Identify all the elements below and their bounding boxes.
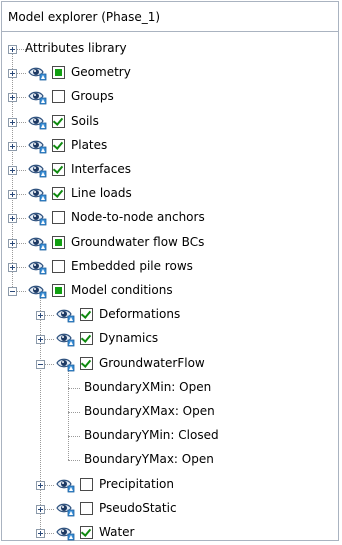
tree-item-label: Deformations — [99, 307, 181, 322]
visibility-eye-icon[interactable] — [56, 477, 76, 493]
collapse-icon[interactable] — [8, 287, 17, 296]
visibility-eye-icon[interactable] — [28, 65, 48, 81]
tree-item-label: Precipitation — [99, 476, 175, 491]
visibility-eye-icon[interactable] — [56, 525, 76, 541]
tree-item-plates[interactable]: Plates — [2, 134, 338, 158]
tree-item-boundaryymin-closed[interactable]: BoundaryYMin: Closed — [2, 424, 338, 448]
tree-item-label: BoundaryYMin: Closed — [84, 428, 219, 443]
tree-item-geometry[interactable]: Geometry — [2, 61, 338, 85]
tree-item-label: BoundaryXMin: Open — [84, 379, 212, 394]
expand-icon[interactable] — [8, 238, 17, 248]
tree-item-boundaryxmax-open[interactable]: BoundaryXMax: Open — [2, 400, 338, 424]
visibility-checkbox[interactable] — [80, 308, 93, 322]
visibility-eye-icon[interactable] — [28, 259, 48, 275]
tree-connector-line — [68, 460, 80, 462]
tree-item-label: BoundaryXMax: Open — [84, 404, 215, 418]
expand-icon[interactable] — [8, 262, 17, 272]
visibility-checkbox[interactable] — [52, 259, 65, 273]
model-explorer-panel: Model explorer (Phase_1) Attributes libr… — [1, 1, 339, 541]
visibility-eye-icon[interactable] — [56, 331, 76, 347]
tree-item-pseudostatic[interactable]: PseudoStatic — [2, 497, 338, 521]
tree-item-label: BoundaryYMax: Open — [84, 452, 214, 467]
tree-item-model-conditions[interactable]: Model conditions — [2, 279, 338, 303]
tree-connector-line — [68, 436, 80, 438]
visibility-checkbox[interactable] — [80, 356, 93, 370]
model-tree: Attributes library Geometry Groups Soils Pla… — [2, 33, 338, 541]
visibility-eye-icon[interactable] — [28, 235, 48, 251]
visibility-eye-icon[interactable] — [28, 89, 48, 105]
tree-item-deformations[interactable]: Deformations — [2, 303, 338, 327]
tree-item-boundaryymax-open[interactable]: BoundaryYMax: Open — [2, 448, 338, 472]
visibility-checkbox[interactable] — [52, 114, 65, 128]
visibility-eye-icon[interactable] — [28, 283, 48, 299]
tree-item-node-to-node-anchors[interactable]: Node-to-node anchors — [2, 206, 338, 230]
tree-item-label: Plates — [71, 137, 108, 152]
visibility-eye-icon[interactable] — [28, 162, 48, 178]
visibility-checkbox[interactable] — [52, 235, 65, 249]
tree-item-water[interactable]: Water — [2, 521, 338, 545]
expand-icon[interactable] — [8, 214, 17, 224]
visibility-eye-icon[interactable] — [56, 501, 76, 517]
tree-item-groundwater-flow-bcs[interactable]: Groundwater flow BCs — [2, 231, 338, 255]
tree-item-precipitation[interactable]: Precipitation — [2, 473, 338, 497]
tree-item-attributes-library[interactable]: Attributes library — [2, 37, 338, 61]
expand-icon[interactable] — [36, 529, 45, 538]
tree-item-label: Dynamics — [99, 331, 159, 346]
tree-item-dynamics[interactable]: Dynamics — [2, 327, 338, 351]
tree-item-groups[interactable]: Groups — [2, 85, 338, 109]
expand-icon[interactable] — [8, 117, 17, 127]
expand-icon[interactable] — [36, 480, 45, 490]
visibility-checkbox[interactable] — [52, 163, 65, 176]
collapse-icon[interactable] — [36, 359, 45, 369]
expand-icon[interactable] — [36, 311, 45, 321]
tree-item-line-loads[interactable]: Line loads — [2, 182, 338, 206]
tree-item-label: Attributes library — [25, 41, 127, 55]
tree-item-label: Line loads — [71, 186, 132, 201]
visibility-checkbox[interactable] — [52, 211, 65, 225]
visibility-checkbox[interactable] — [52, 138, 65, 152]
tree-item-interfaces[interactable]: Interfaces — [2, 158, 338, 182]
tree-item-label: Model conditions — [71, 283, 173, 297]
tree-item-boundaryxmin-open[interactable]: BoundaryXMin: Open — [2, 376, 338, 400]
visibility-eye-icon[interactable] — [28, 210, 48, 226]
visibility-eye-icon[interactable] — [56, 307, 76, 323]
tree-item-label: Embedded pile rows — [71, 258, 193, 273]
tree-item-label: Interfaces — [71, 162, 131, 176]
tree-item-label: Node-to-node anchors — [71, 210, 205, 225]
tree-item-soils[interactable]: Soils — [2, 110, 338, 134]
visibility-eye-icon[interactable] — [28, 186, 48, 202]
expand-icon[interactable] — [36, 335, 45, 345]
panel-title: Model explorer (Phase_1) — [8, 9, 161, 24]
tree-item-label: PseudoStatic — [99, 500, 177, 515]
tree-connector-line — [68, 412, 80, 413]
tree-item-label: Water — [99, 525, 135, 539]
visibility-checkbox[interactable] — [52, 66, 65, 80]
visibility-eye-icon[interactable] — [56, 356, 76, 372]
visibility-checkbox[interactable] — [80, 526, 93, 539]
expand-icon[interactable] — [8, 166, 17, 175]
tree-item-label: Soils — [71, 113, 99, 128]
tree-item-label: Groups — [71, 89, 114, 104]
expand-icon[interactable] — [36, 504, 45, 514]
expand-icon[interactable] — [8, 93, 17, 103]
tree-item-label: GroundwaterFlow — [99, 355, 205, 370]
visibility-eye-icon[interactable] — [28, 114, 48, 130]
visibility-checkbox[interactable] — [52, 187, 65, 201]
expand-icon[interactable] — [8, 45, 17, 54]
visibility-checkbox[interactable] — [52, 284, 65, 297]
visibility-eye-icon[interactable] — [28, 138, 48, 154]
tree-connector-line — [68, 387, 80, 389]
tree-item-label: Geometry — [71, 65, 131, 80]
tree-item-groundwaterflow[interactable]: GroundwaterFlow — [2, 352, 338, 376]
tree-item-label: Groundwater flow BCs — [71, 234, 205, 249]
expand-icon[interactable] — [8, 69, 17, 79]
visibility-checkbox[interactable] — [80, 501, 93, 515]
expand-icon[interactable] — [8, 141, 17, 151]
visibility-checkbox[interactable] — [80, 332, 93, 346]
panel-title-bar: Model explorer (Phase_1) — [2, 2, 338, 32]
expand-icon[interactable] — [8, 190, 17, 200]
visibility-checkbox[interactable] — [80, 477, 93, 491]
visibility-checkbox[interactable] — [52, 90, 65, 104]
tree-item-embedded-pile-rows[interactable]: Embedded pile rows — [2, 255, 338, 279]
